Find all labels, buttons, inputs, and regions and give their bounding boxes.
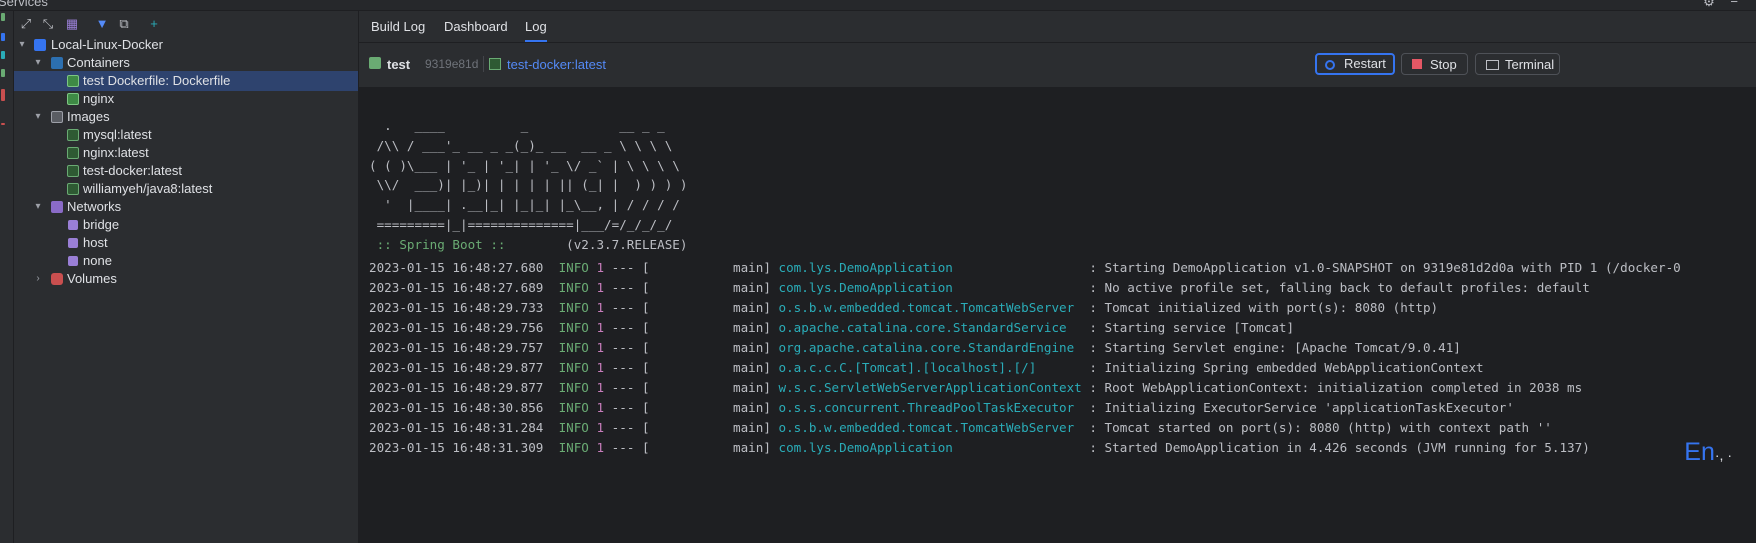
tree-node-label: test Dockerfile: Dockerfile — [83, 73, 231, 88]
log-line: 2023-01-15 16:48:29.757 INFO 1 --- [ mai… — [369, 340, 1461, 355]
tree-node-container-test[interactable]: test Dockerfile: Dockerfile — [14, 71, 358, 91]
tree-node-label: nginx:latest — [83, 145, 149, 160]
tree-node-label: none — [83, 253, 112, 268]
tab-bar: Build Log Dashboard Log — [359, 11, 1756, 43]
images-icon — [51, 111, 63, 123]
header-divider — [483, 56, 484, 72]
deploy-icon[interactable] — [1, 51, 5, 59]
tab-log[interactable]: Log — [525, 11, 547, 42]
tree-node-label: Volumes — [67, 271, 117, 286]
ime-indicator: En·, · — [1682, 438, 1734, 467]
tree-node-container-nginx[interactable]: nginx — [14, 89, 358, 109]
tree-node-label: williamyeh/java8:latest — [83, 181, 213, 196]
log-line: 2023-01-15 16:48:31.309 INFO 1 --- [ mai… — [369, 440, 1590, 455]
log-line: 2023-01-15 16:48:27.689 INFO 1 --- [ mai… — [369, 280, 1590, 295]
tree-node-label: mysql:latest — [83, 127, 152, 142]
network-icon — [68, 256, 78, 266]
expand-all-icon[interactable]: ⤢ — [18, 16, 34, 32]
minus-icon[interactable] — [1, 123, 5, 125]
log-line: 2023-01-15 16:48:31.284 INFO 1 --- [ mai… — [369, 420, 1552, 435]
filter-icon[interactable]: ▼ — [94, 16, 110, 32]
container-running-icon — [67, 93, 79, 105]
tree-node-image-mysql[interactable]: mysql:latest — [14, 125, 358, 145]
tab-build-log[interactable]: Build Log — [371, 11, 425, 42]
restart-icon — [1325, 60, 1335, 70]
tree-node-containers[interactable]: ▾ Containers — [14, 53, 358, 73]
tree-node-label: Containers — [67, 55, 130, 70]
run-icon[interactable] — [1, 69, 5, 77]
image-icon — [67, 183, 79, 195]
tree-node-network-host[interactable]: host — [14, 233, 358, 253]
tree-node-label: host — [83, 235, 108, 250]
tree-node-label: Local-Linux-Docker — [51, 37, 163, 52]
log-line: 2023-01-15 16:48:29.877 INFO 1 --- [ mai… — [369, 380, 1583, 395]
window-options-icon[interactable]: ⚙ − — [1703, 0, 1744, 10]
log-line: 2023-01-15 16:48:30.856 INFO 1 --- [ mai… — [369, 400, 1514, 415]
tree-node-network-bridge[interactable]: bridge — [14, 215, 358, 235]
details-panel: Build Log Dashboard Log test 9319e81d te… — [359, 11, 1756, 543]
containers-icon — [51, 57, 63, 69]
container-running-icon — [67, 75, 79, 87]
log-line: 2023-01-15 16:48:27.680 INFO 1 --- [ mai… — [369, 260, 1681, 275]
tree-node-label: Images — [67, 109, 110, 124]
tab-dashboard[interactable]: Dashboard — [444, 11, 508, 42]
container-id: 9319e81d — [425, 57, 479, 71]
terminal-icon — [1486, 60, 1499, 70]
networks-icon — [51, 201, 63, 213]
tree-node-images[interactable]: ▾ Images — [14, 107, 358, 127]
tree-node-label: test-docker:latest — [83, 163, 182, 178]
title-bar: Services ⚙ − — [0, 0, 1756, 11]
log-output[interactable]: . ____ _ __ _ _ /\\ / ___'_ __ _ _(_)_ _… — [369, 91, 1754, 543]
log-line: 2023-01-15 16:48:29.733 INFO 1 --- [ mai… — [369, 300, 1439, 315]
stop-icon[interactable] — [1, 89, 5, 101]
tree-node-label: Networks — [67, 199, 122, 214]
log-line: 2023-01-15 16:48:29.756 INFO 1 --- [ mai… — [369, 320, 1295, 335]
stop-button[interactable]: Stop — [1401, 53, 1468, 75]
container-header: test 9319e81d test-docker:latest Restart… — [359, 43, 1756, 88]
container-image-link[interactable]: test-docker:latest — [507, 57, 606, 72]
left-gutter — [0, 11, 14, 543]
chevron-down-icon[interactable]: ▾ — [32, 197, 44, 217]
tree-node-label: bridge — [83, 217, 120, 232]
tree-node-label: nginx — [83, 91, 115, 106]
volumes-icon — [51, 273, 63, 285]
stop-label: Stop — [1430, 57, 1457, 72]
tree-node-image-nginx[interactable]: nginx:latest — [14, 143, 358, 163]
image-icon — [67, 165, 79, 177]
log-line: 2023-01-15 16:48:29.877 INFO 1 --- [ mai… — [369, 360, 1484, 375]
add-service-icon[interactable]: + — [146, 16, 162, 32]
image-icon — [67, 147, 79, 159]
collapse-all-icon[interactable]: ⤡ — [40, 16, 56, 32]
stop-icon — [1412, 59, 1422, 69]
network-icon — [68, 238, 78, 248]
restart-label: Restart — [1344, 56, 1386, 71]
chevron-down-icon[interactable]: ▾ — [32, 107, 44, 127]
network-icon — [68, 220, 78, 230]
tree-node-networks[interactable]: ▾ Networks — [14, 197, 358, 217]
group-by-icon[interactable]: ▦ — [64, 16, 80, 32]
tree-node-local-linux-docker[interactable]: ▾ Local-Linux-Docker — [14, 35, 358, 55]
new-tab-icon[interactable]: ⧉ — [116, 16, 132, 32]
tree-node-image-test-docker[interactable]: test-docker:latest — [14, 161, 358, 181]
terminal-button[interactable]: Terminal — [1475, 53, 1560, 75]
container-icon — [369, 57, 381, 69]
window-title: Services — [0, 0, 48, 9]
docker-whale-icon — [34, 39, 46, 51]
restart-button[interactable]: Restart — [1315, 53, 1395, 75]
tree-node-image-java8[interactable]: williamyeh/java8:latest — [14, 179, 358, 199]
terminal-label: Terminal — [1505, 57, 1555, 72]
image-icon — [489, 58, 501, 70]
services-tree-panel: ⤢ ⤡ ▦ ▼ ⧉ + ▾ Local-Linux-Docker ▾ Conta… — [14, 11, 359, 543]
container-name: test — [387, 57, 411, 72]
chevron-down-icon[interactable]: ▾ — [32, 53, 44, 73]
chevron-right-icon[interactable]: › — [32, 269, 44, 289]
chevron-down-icon[interactable]: ▾ — [16, 35, 28, 55]
rerun-icon[interactable] — [1, 13, 5, 21]
image-icon — [67, 129, 79, 141]
spring-banner: . ____ _ __ _ _ /\\ / ___'_ __ _ _(_)_ _… — [369, 118, 688, 252]
tree-node-network-none[interactable]: none — [14, 251, 358, 271]
docker-icon[interactable] — [1, 33, 5, 41]
tree-node-volumes[interactable]: › Volumes — [14, 269, 358, 289]
